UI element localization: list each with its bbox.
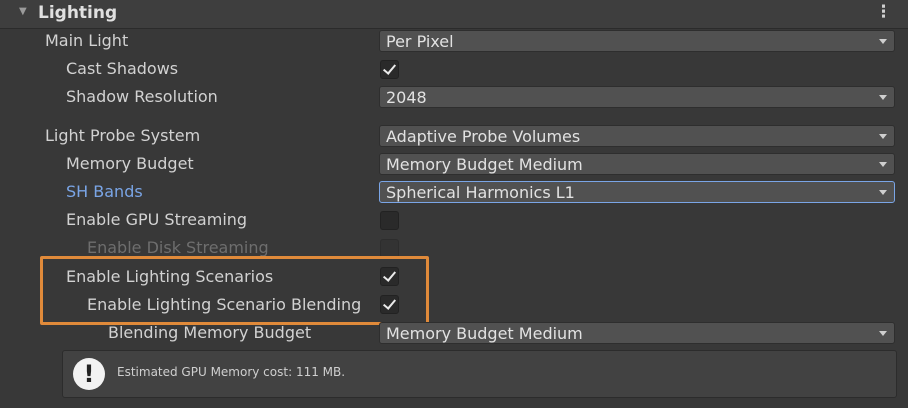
chevron-down-icon xyxy=(879,331,887,336)
main-light-label: Main Light xyxy=(45,31,129,50)
blending-memory-budget-value: Memory Budget Medium xyxy=(386,324,583,343)
light-probe-system-label: Light Probe System xyxy=(45,126,201,145)
main-light-value: Per Pixel xyxy=(386,32,454,51)
chevron-down-icon xyxy=(879,39,887,44)
blending-memory-budget-dropdown[interactable]: Memory Budget Medium xyxy=(379,322,895,344)
enable-gpu-streaming-checkbox[interactable] xyxy=(380,211,399,230)
memory-budget-label: Memory Budget xyxy=(66,154,194,173)
chevron-down-icon xyxy=(879,95,887,100)
shadow-resolution-label: Shadow Resolution xyxy=(66,87,218,106)
main-light-dropdown[interactable]: Per Pixel xyxy=(379,30,895,52)
chevron-down-icon xyxy=(879,162,887,167)
blending-memory-budget-label: Blending Memory Budget xyxy=(108,323,312,342)
cast-shadows-checkbox[interactable] xyxy=(380,60,399,79)
chevron-down-icon xyxy=(879,134,887,139)
triangle-down-icon[interactable]: ▼ xyxy=(19,6,27,17)
shadow-resolution-dropdown[interactable]: 2048 xyxy=(379,86,895,108)
cast-shadows-label: Cast Shadows xyxy=(66,59,179,78)
sh-bands-value: Spherical Harmonics L1 xyxy=(386,183,575,202)
shadow-resolution-value: 2048 xyxy=(386,88,427,107)
gpu-memory-info-box: ! Estimated GPU Memory cost: 111 MB. xyxy=(62,350,897,398)
warning-icon: ! xyxy=(73,358,105,390)
lighting-section-header[interactable]: ▼ Lighting ⋮ xyxy=(0,0,908,29)
chevron-down-icon xyxy=(879,190,887,195)
section-title: Lighting xyxy=(38,3,118,23)
gpu-memory-cost-text: Estimated GPU Memory cost: 111 MB. xyxy=(117,365,346,379)
enable-gpu-streaming-label: Enable GPU Streaming xyxy=(66,210,248,229)
memory-budget-value: Memory Budget Medium xyxy=(386,155,583,174)
enable-disk-streaming-label: Enable Disk Streaming xyxy=(87,238,269,257)
sh-bands-label: SH Bands xyxy=(66,182,143,201)
light-probe-system-dropdown[interactable]: Adaptive Probe Volumes xyxy=(379,125,895,147)
highlight-box xyxy=(40,256,429,325)
kebab-icon[interactable]: ⋮ xyxy=(875,2,892,22)
light-probe-system-value: Adaptive Probe Volumes xyxy=(386,127,581,146)
sh-bands-dropdown[interactable]: Spherical Harmonics L1 xyxy=(379,181,895,203)
memory-budget-dropdown[interactable]: Memory Budget Medium xyxy=(379,153,895,175)
checkmark-icon xyxy=(382,61,397,75)
